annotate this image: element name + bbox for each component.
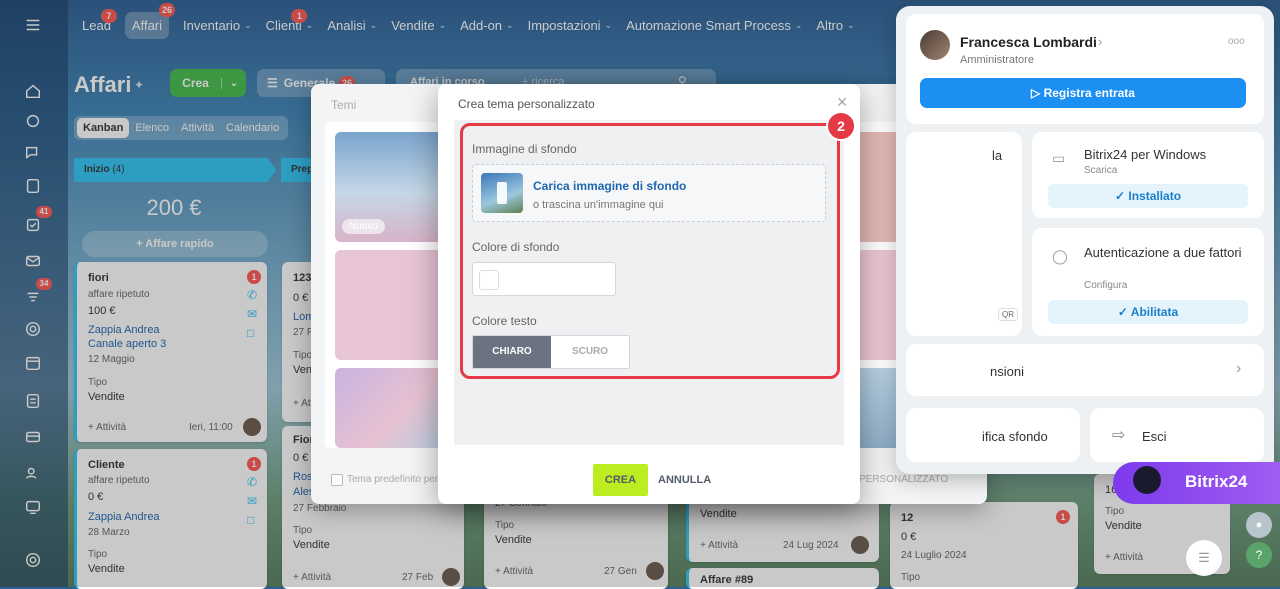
enabled-label: Abilitata xyxy=(1130,305,1179,319)
enabled-button[interactable]: ✓ Abilitata xyxy=(1048,300,1248,324)
chevron-right-icon[interactable]: › xyxy=(1098,34,1102,49)
bg-color-label: Colore di sfondo xyxy=(472,240,560,254)
dialog-title: Crea tema personalizzato xyxy=(458,97,595,111)
close-icon[interactable]: ✕ xyxy=(836,94,848,111)
bg-image-label: Immagine di sfondo xyxy=(472,142,577,156)
light-option[interactable]: CHIARO xyxy=(473,336,551,368)
new-badge: Nuovo xyxy=(342,219,385,234)
two-factor-card: ◯ Autenticazione a due fattori Configura… xyxy=(1032,228,1264,336)
extensions-row[interactable]: nsioni › xyxy=(906,344,1264,396)
brand-logo-icon xyxy=(1133,466,1161,494)
check-icon: ✓ xyxy=(1117,305,1128,319)
logout-icon: ⇨ xyxy=(1112,427,1126,444)
help-icon[interactable]: ? xyxy=(1246,542,1272,568)
windows-card: ▭ Bitrix24 per Windows Scarica ✓ Install… xyxy=(1032,132,1264,218)
windows-title: Bitrix24 per Windows xyxy=(1084,147,1207,162)
two-factor-title: Autenticazione a due fattori xyxy=(1084,245,1242,260)
checkin-button[interactable]: ▷ Registra entrata xyxy=(920,78,1246,108)
logout-button[interactable]: ⇨ Esci xyxy=(1090,408,1264,462)
logout-label: Esci xyxy=(1142,429,1167,444)
monitor-icon: ▭ xyxy=(1052,150,1066,166)
brand-name: Bitrix24 xyxy=(1185,472,1248,491)
cancel-button[interactable]: ANNULLA xyxy=(658,464,711,496)
check-icon: ✓ xyxy=(1114,189,1126,203)
extensions-label: nsioni xyxy=(990,364,1024,379)
text-color-label: Colore testo xyxy=(472,314,537,328)
installed-button[interactable]: ✓ Installato xyxy=(1048,184,1248,208)
change-background-label: ifica sfondo xyxy=(982,429,1048,444)
more-icon[interactable]: ooo xyxy=(1228,36,1245,47)
default-theme-label: Tema predefinito per xyxy=(347,474,439,485)
checkin-label: Registra entrata xyxy=(1043,86,1135,100)
default-theme-checkbox[interactable] xyxy=(331,474,343,486)
color-swatch[interactable] xyxy=(479,270,499,290)
play-icon: ▷ xyxy=(1031,86,1041,100)
image-placeholder-icon xyxy=(481,173,523,213)
step-badge: 2 xyxy=(826,111,856,141)
custom-theme-link[interactable]: PERSONALIZZATO xyxy=(859,474,948,485)
create-button[interactable]: CREA xyxy=(593,464,648,496)
users-icon[interactable]: ● xyxy=(1246,512,1272,538)
list-icon[interactable]: ☰ xyxy=(1186,540,1222,576)
installed-label: Installato xyxy=(1128,189,1182,203)
dark-option[interactable]: SCURO xyxy=(551,336,629,368)
text-color-toggle: CHIARO SCURO xyxy=(472,335,630,369)
windows-download[interactable]: Scarica xyxy=(1084,165,1117,176)
shield-icon: ◯ xyxy=(1052,248,1068,264)
card-text: la xyxy=(992,148,1003,163)
two-factor-configure[interactable]: Configura xyxy=(1084,280,1127,291)
profile-panel: Francesca Lombardi › Amministratore ooo … xyxy=(896,6,1274,474)
upload-hint: o trascina un'immagine qui xyxy=(533,199,664,211)
profile-name[interactable]: Francesca Lombardi xyxy=(960,34,1097,50)
upload-link[interactable]: Carica immagine di sfondo xyxy=(533,179,686,193)
bg-color-input[interactable] xyxy=(472,262,616,296)
profile-card: Francesca Lombardi › Amministratore ooo … xyxy=(906,14,1264,124)
qr-button[interactable]: QR xyxy=(998,308,1018,321)
desktop-card: la QR xyxy=(906,132,1022,336)
upload-dropzone[interactable]: Carica immagine di sfondo o trascina un'… xyxy=(472,164,826,222)
chevron-right-icon: › xyxy=(1236,360,1242,377)
profile-role: Amministratore xyxy=(960,54,1034,66)
themes-title: Temi xyxy=(331,98,357,112)
avatar[interactable] xyxy=(920,30,950,60)
change-background-button[interactable]: ifica sfondo xyxy=(906,408,1080,462)
brand-pill[interactable]: Bitrix24 xyxy=(1113,462,1280,504)
